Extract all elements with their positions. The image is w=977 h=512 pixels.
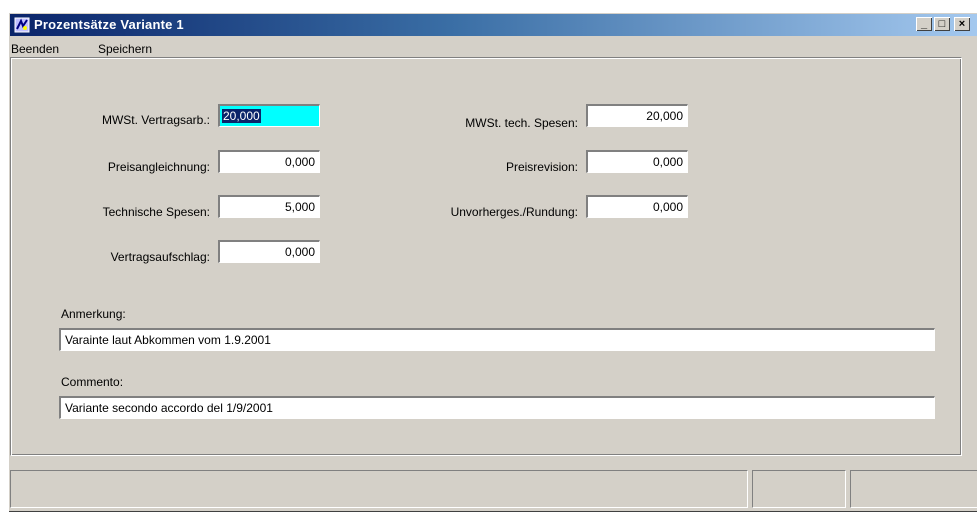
maximize-icon: □ [938,18,946,30]
mwst-vertragsarb-label: MWSt. Vertragsarb.: [101,113,210,127]
preisangleichnung-input[interactable]: 0,000 [218,150,320,173]
status-pane-2 [752,470,846,508]
mwst-tech-spesen-input[interactable]: 20,000 [586,104,688,127]
title-bar[interactable]: Prozentsätze Variante 1 _ □ × [10,14,977,36]
minimize-button[interactable]: _ [916,17,932,31]
app-icon [14,17,30,33]
commento-label: Commento: [61,375,124,389]
menu-bar: Beenden Speichern [10,40,977,58]
unvorherges-rundung-input[interactable]: 0,000 [586,195,688,218]
status-bar [10,470,977,508]
technische-spesen-label: Technische Spesen: [102,205,210,219]
menu-beenden[interactable]: Beenden [11,42,59,56]
minimize-icon: _ [920,18,928,30]
maximize-button[interactable]: □ [934,17,950,31]
mwst-vertragsarb-value: 20,000 [222,109,261,123]
close-button[interactable]: × [954,17,970,31]
anmerkung-label: Anmerkung: [61,307,126,321]
commento-input[interactable]: Variante secondo accordo del 1/9/2001 [59,396,935,419]
mwst-tech-spesen-label: MWSt. tech. Spesen: [465,116,578,130]
status-pane-main [10,470,748,508]
unvorherges-rundung-label: Unvorherges./Rundung: [450,205,578,219]
preisrevision-label: Preisrevision: [505,160,578,174]
anmerkung-input[interactable]: Varainte laut Abkommen vom 1.9.2001 [59,328,935,351]
vertragsaufschlag-input[interactable]: 0,000 [218,240,320,263]
preisrevision-input[interactable]: 0,000 [586,150,688,173]
menu-speichern[interactable]: Speichern [98,42,152,56]
close-icon: × [958,18,966,30]
status-pane-3 [850,470,977,508]
preisangleichnung-label: Preisangleichnung: [107,160,210,174]
window-title: Prozentsätze Variante 1 [34,17,184,32]
vertragsaufschlag-label: Vertragsaufschlag: [110,250,210,264]
mwst-vertragsarb-input[interactable]: 20,000 [218,104,320,127]
technische-spesen-input[interactable]: 5,000 [218,195,320,218]
